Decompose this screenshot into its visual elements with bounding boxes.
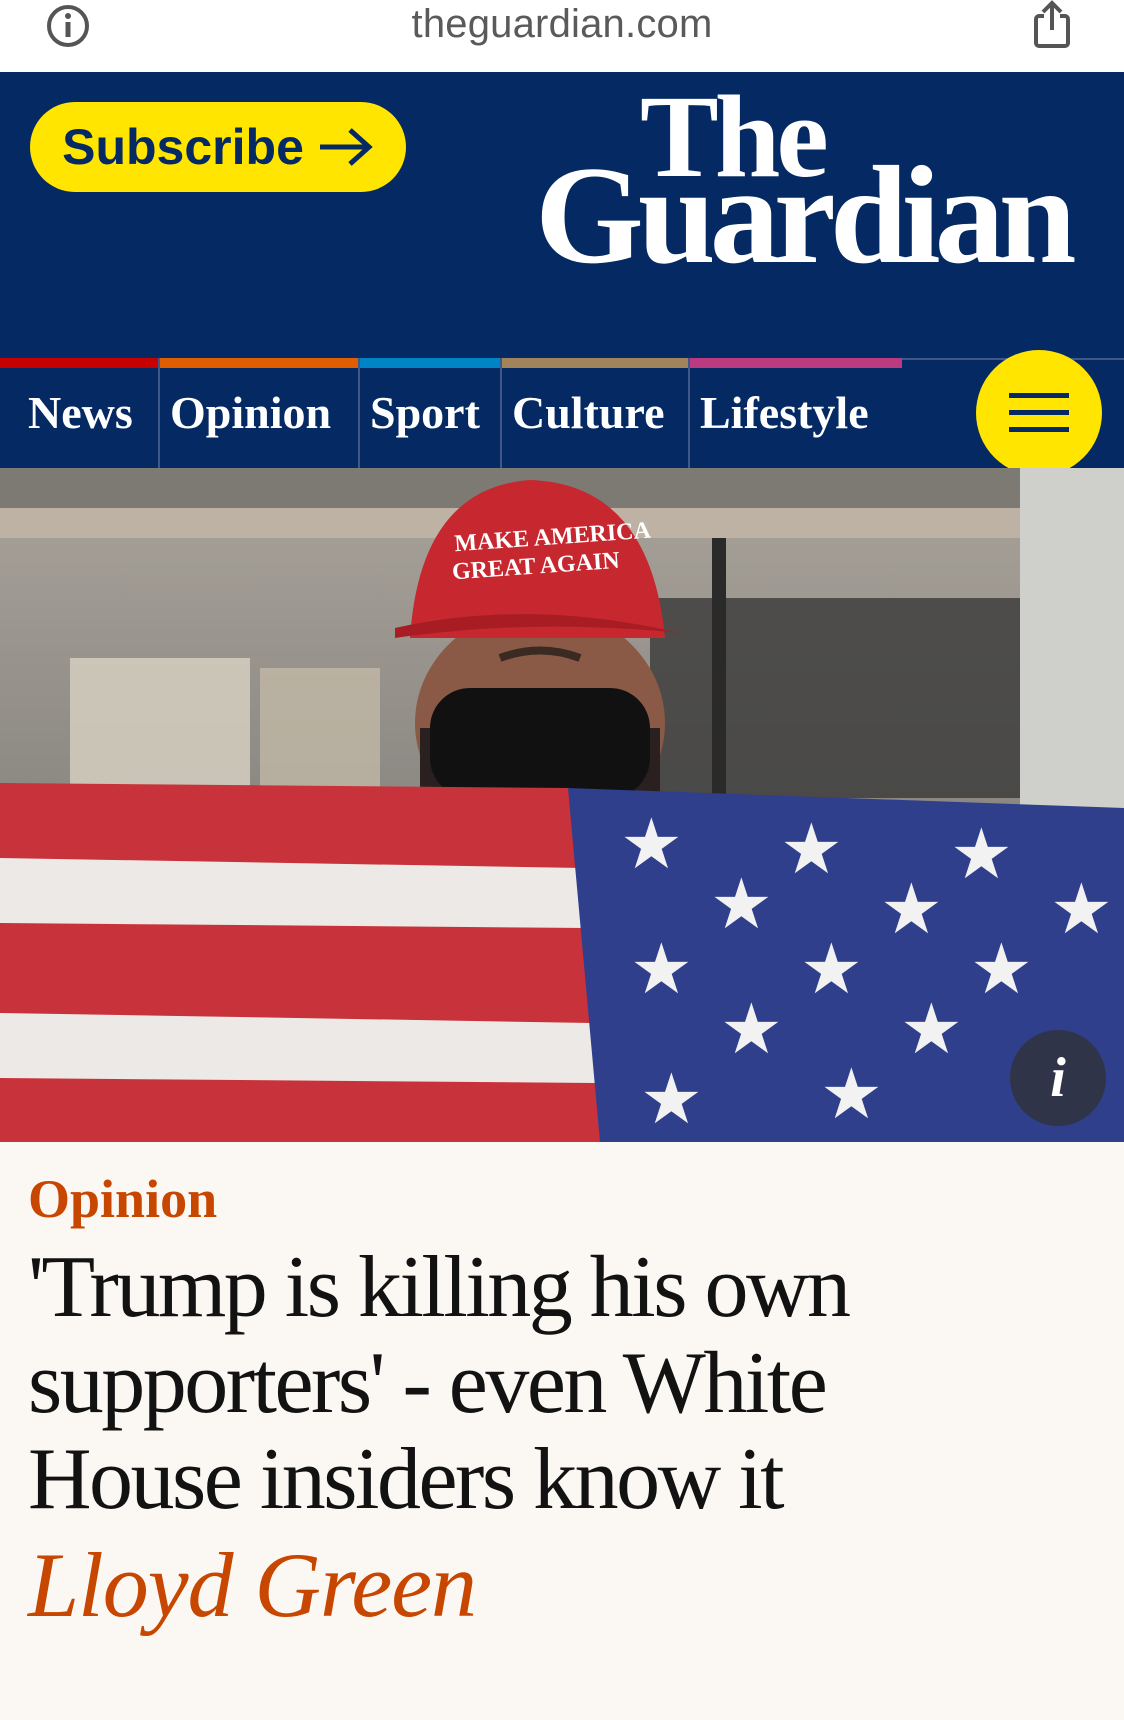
headline-line-2: supporters' - even White (28, 1335, 828, 1432)
subscribe-button[interactable]: Subscribe (30, 102, 406, 192)
menu-button[interactable] (976, 350, 1102, 476)
nav-label-lifestyle: Lifestyle (700, 387, 869, 438)
svg-text:★: ★ (630, 930, 693, 1008)
nav-bar-lifestyle (690, 358, 902, 368)
nav-label-opinion: Opinion (170, 387, 332, 438)
svg-text:★: ★ (640, 1060, 703, 1138)
article-kicker[interactable]: Opinion (28, 1168, 217, 1230)
logo-line-guardian: Guardian (535, 138, 1077, 293)
url-domain[interactable]: theguardian.com (0, 2, 1124, 47)
headline-line-1: 'Trump is killing his own (28, 1239, 851, 1336)
nav-bar-opinion (160, 358, 358, 368)
svg-text:★: ★ (820, 1055, 883, 1133)
svg-text:★: ★ (710, 865, 773, 943)
masthead: Subscribe The Guardian (0, 72, 1124, 358)
article-headline[interactable]: 'Trump is killing his own supporters' - … (28, 1240, 1028, 1528)
svg-text:★: ★ (800, 930, 863, 1008)
nav-bar-culture (502, 358, 688, 368)
nav-item-news[interactable]: News (0, 358, 160, 468)
svg-text:★: ★ (720, 990, 783, 1068)
svg-text:★: ★ (620, 805, 683, 883)
nav-item-opinion[interactable]: Opinion (160, 358, 360, 468)
arrow-right-icon (319, 128, 373, 166)
nav-item-culture[interactable]: Culture (502, 358, 690, 468)
article-byline[interactable]: Lloyd Green (28, 1532, 477, 1638)
nav-label-news: News (28, 387, 133, 438)
browser-address-bar: theguardian.com (0, 0, 1124, 72)
svg-text:★: ★ (950, 815, 1013, 893)
svg-text:★: ★ (1050, 870, 1113, 948)
section-nav: News Opinion Sport Culture Lifestyle (0, 358, 1124, 468)
image-info-button[interactable]: i (1010, 1030, 1106, 1126)
svg-text:★: ★ (780, 810, 843, 888)
guardian-logo[interactable]: The Guardian (535, 78, 1095, 286)
hamburger-menu-icon (1009, 393, 1069, 433)
share-icon[interactable] (1030, 0, 1074, 50)
hero-photo: MAKE AMERICA GREAT AGAIN ★ ★ ★ ★ ★ ★ ★ ★… (0, 468, 1124, 1142)
nav-item-lifestyle[interactable]: Lifestyle (690, 358, 902, 468)
nav-bar-news (0, 358, 158, 368)
nav-item-sport[interactable]: Sport (360, 358, 502, 468)
svg-text:★: ★ (970, 930, 1033, 1008)
nav-label-sport: Sport (370, 387, 480, 438)
headline-line-3: House insiders know it (28, 1431, 785, 1528)
svg-text:★: ★ (880, 870, 943, 948)
svg-text:★: ★ (900, 990, 963, 1068)
nav-label-culture: Culture (512, 387, 665, 438)
nav-bar-sport (360, 358, 500, 368)
hero-image: MAKE AMERICA GREAT AGAIN ★ ★ ★ ★ ★ ★ ★ ★… (0, 468, 1124, 1142)
subscribe-label: Subscribe (62, 119, 304, 175)
